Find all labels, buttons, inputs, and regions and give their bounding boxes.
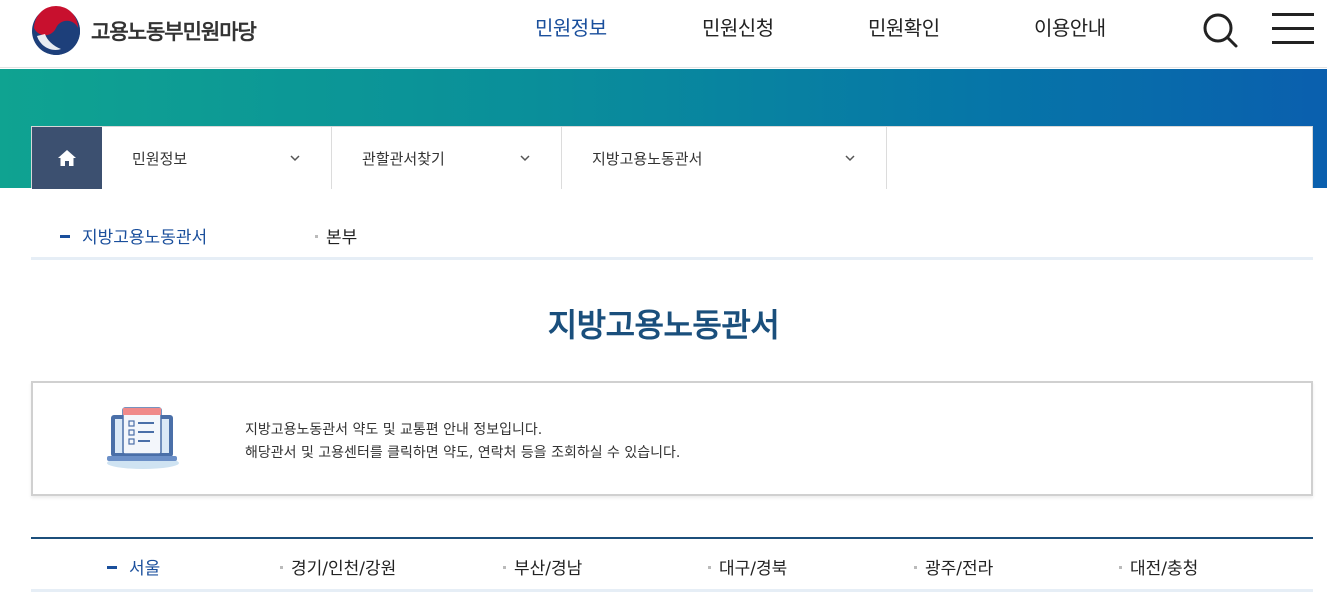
breadcrumb-label: 관할관서찾기 bbox=[362, 149, 445, 168]
info-text: 지방고용노동관서 약도 및 교통편 안내 정보입니다. 해당관서 및 고용센터를… bbox=[245, 419, 680, 465]
site-title: 고용노동부민원마당 bbox=[91, 20, 257, 44]
region-label: 광주/전라 bbox=[925, 559, 994, 579]
region-label: 대전/충청 bbox=[1130, 559, 1199, 579]
breadcrumb-item-civil-info[interactable]: 민원정보 bbox=[102, 127, 332, 189]
taegeuk-logo-icon bbox=[32, 6, 80, 55]
active-marker bbox=[107, 566, 117, 569]
bullet-dot bbox=[280, 565, 283, 569]
active-marker bbox=[60, 235, 70, 238]
nav-civil-check[interactable]: 민원확인 bbox=[868, 12, 940, 41]
search-button[interactable] bbox=[1200, 10, 1240, 50]
bullet-dot bbox=[914, 565, 917, 569]
bullet-dot bbox=[503, 565, 506, 569]
home-button[interactable] bbox=[32, 127, 102, 189]
bullet-dot bbox=[315, 234, 318, 238]
bullet-dot bbox=[1119, 565, 1122, 569]
nav-user-guide[interactable]: 이용안내 bbox=[1034, 12, 1106, 41]
region-tab-daegu[interactable]: 대구/경북 bbox=[708, 554, 787, 579]
tab-label: 지방고용노동관서 bbox=[82, 228, 208, 248]
breadcrumb-label: 지방고용노동관서 bbox=[592, 149, 703, 168]
chevron-down-icon bbox=[520, 155, 530, 162]
site-logo[interactable]: 고용노동부민원마당 bbox=[31, 6, 257, 56]
region-label: 서울 bbox=[129, 559, 161, 579]
region-label: 경기/인천/강원 bbox=[291, 559, 397, 579]
page-title: 지방고용노동관서 bbox=[547, 306, 780, 344]
sub-tabs: 지방고용노동관서 본부 bbox=[31, 207, 1313, 260]
info-line-2: 해당관서 및 고용센터를 클릭하면 약도, 연락처 등을 조회하실 수 있습니다… bbox=[245, 445, 681, 461]
chevron-down-icon bbox=[845, 155, 855, 162]
info-line-1: 지방고용노동관서 약도 및 교통편 안내 정보입니다. bbox=[245, 422, 543, 438]
nav-civil-info[interactable]: 민원정보 bbox=[535, 12, 607, 41]
breadcrumb: 민원정보 관할관서찾기 지방고용노동관서 bbox=[31, 126, 1313, 189]
region-tab-daejeon[interactable]: 대전/충청 bbox=[1119, 554, 1198, 579]
tab-headquarters[interactable]: 본부 bbox=[315, 223, 357, 248]
info-box: 지방고용노동관서 약도 및 교통편 안내 정보입니다. 해당관서 및 고용센터를… bbox=[31, 381, 1313, 496]
region-tab-gyeonggi[interactable]: 경기/인천/강원 bbox=[280, 554, 396, 579]
bullet-dot bbox=[708, 565, 711, 569]
nav-civil-apply[interactable]: 민원신청 bbox=[702, 12, 774, 41]
search-icon bbox=[1203, 13, 1238, 48]
region-label: 대구/경북 bbox=[719, 559, 788, 579]
region-label: 부산/경남 bbox=[514, 559, 583, 579]
hamburger-icon bbox=[1272, 13, 1314, 44]
region-tab-busan[interactable]: 부산/경남 bbox=[503, 554, 582, 579]
region-tabs: 서울 경기/인천/강원 부산/경남 대구/경북 광주/전라 대전/충청 bbox=[31, 537, 1313, 592]
home-icon bbox=[58, 150, 76, 166]
laptop-list-icon bbox=[107, 407, 179, 469]
site-header: 고용노동부민원마당 민원정보 민원신청 민원확인 이용안내 bbox=[0, 0, 1327, 68]
menu-button[interactable] bbox=[1272, 12, 1314, 46]
breadcrumb-item-local-office[interactable]: 지방고용노동관서 bbox=[562, 127, 887, 189]
region-tab-gwangju[interactable]: 광주/전라 bbox=[914, 554, 993, 579]
breadcrumb-item-office-search[interactable]: 관할관서찾기 bbox=[332, 127, 562, 189]
tab-local-office[interactable]: 지방고용노동관서 bbox=[60, 223, 207, 248]
tab-label: 본부 bbox=[326, 228, 358, 248]
region-tab-seoul[interactable]: 서울 bbox=[107, 554, 160, 579]
chevron-down-icon bbox=[290, 155, 300, 162]
breadcrumb-label: 민원정보 bbox=[132, 149, 188, 168]
